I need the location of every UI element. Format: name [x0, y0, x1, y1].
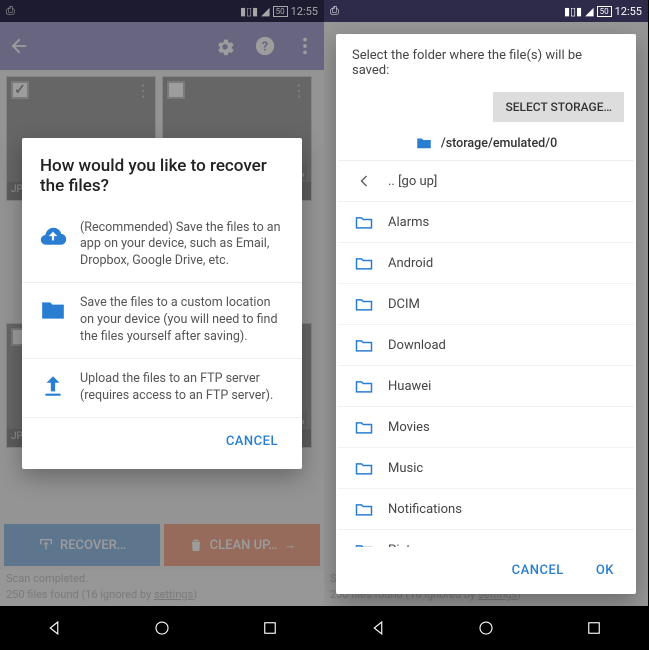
navbar — [0, 606, 324, 650]
folder-icon — [354, 458, 374, 478]
select-storage-button[interactable]: SELECT STORAGE… — [493, 92, 624, 122]
phone-right: ⎙ ▮▯▮ ◢ 50 12:55 Scan completed. 250 fil… — [324, 0, 648, 650]
nav-home-icon[interactable] — [153, 619, 171, 637]
nav-recent-icon[interactable] — [585, 619, 603, 637]
folder-item[interactable]: Android — [338, 243, 634, 284]
folder-icon — [354, 294, 374, 314]
folder-icon — [354, 253, 374, 273]
folder-icon — [415, 134, 433, 152]
folder-item[interactable]: Pictures — [338, 530, 634, 547]
option-custom[interactable]: Save the files to a custom location on y… — [22, 283, 302, 359]
battery-icon: 50 — [597, 6, 612, 17]
folder-item[interactable]: Notifications — [338, 489, 634, 530]
nav-back-icon[interactable] — [369, 619, 387, 637]
folder-icon — [40, 297, 66, 323]
nav-recent-icon[interactable] — [261, 619, 279, 637]
dialog-title: How would you like to recover the files? — [22, 138, 302, 208]
folder-item[interactable]: Huawei — [338, 366, 634, 407]
folder-icon — [354, 499, 374, 519]
navbar — [324, 606, 648, 650]
nav-back-icon[interactable] — [45, 619, 63, 637]
dialog-prompt: Select the folder where the file(s) will… — [336, 34, 636, 86]
statusbar-left-icon: ⎙ — [330, 4, 339, 18]
folder-item[interactable]: Alarms — [338, 202, 634, 243]
ok-button[interactable]: OK — [584, 555, 626, 586]
recover-dialog: How would you like to recover the files?… — [22, 138, 302, 469]
folder-icon — [354, 376, 374, 396]
folder-item[interactable]: Movies — [338, 407, 634, 448]
folder-icon — [354, 212, 374, 232]
nav-home-icon[interactable] — [477, 619, 495, 637]
folder-dialog: Select the folder where the file(s) will… — [336, 34, 636, 594]
go-up-item[interactable]: .. [go up] — [338, 161, 634, 202]
modal-overlay: How would you like to recover the files?… — [0, 0, 324, 606]
chevron-left-icon — [354, 171, 374, 191]
option-app[interactable]: (Recommended) Save the files to an app o… — [22, 208, 302, 284]
phone-left: ⎙ ▮▯▮ ◢ 50 12:55 ? ⋮JPG, 180.48 KB⋮JPG, … — [0, 0, 324, 650]
folder-item[interactable]: Music — [338, 448, 634, 489]
vibrate-icon: ▮▯▮ — [564, 5, 582, 18]
cancel-button[interactable]: CANCEL — [500, 555, 576, 586]
folder-list[interactable]: .. [go up] AlarmsAndroidDCIMDownloadHuaw… — [338, 160, 634, 547]
folder-icon — [354, 417, 374, 437]
option-ftp[interactable]: Upload the files to an FTP server (requi… — [22, 359, 302, 418]
cloud-upload-icon — [40, 222, 66, 248]
current-path: /storage/emulated/0 — [336, 122, 636, 160]
folder-item[interactable]: Download — [338, 325, 634, 366]
folder-icon — [354, 335, 374, 355]
folder-item[interactable]: DCIM — [338, 284, 634, 325]
wifi-icon: ◢ — [585, 5, 593, 18]
clock: 12:55 — [615, 5, 642, 18]
statusbar: ⎙ ▮▯▮ ◢ 50 12:55 — [324, 0, 648, 22]
modal-overlay: Select the folder where the file(s) will… — [324, 22, 648, 606]
cancel-button[interactable]: CANCEL — [214, 426, 290, 457]
upload-icon — [40, 373, 66, 399]
folder-icon — [354, 540, 374, 547]
